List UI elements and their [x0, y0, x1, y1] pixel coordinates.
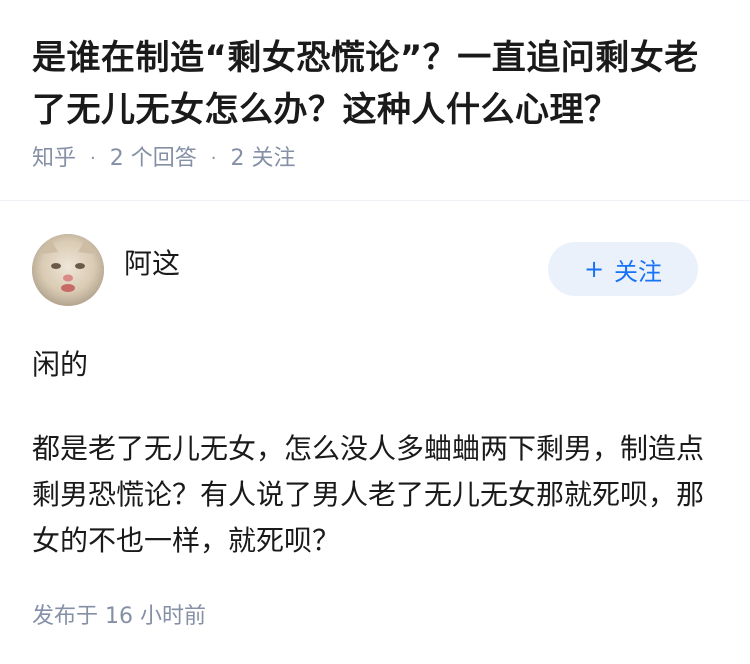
meta-separator: · [210, 148, 217, 169]
avatar[interactable] [32, 234, 104, 306]
author-row: 阿这 + 关注 [32, 234, 718, 306]
answer-card: 阿这 + 关注 闲的 都是老了无儿无女，怎么没人多蛐蛐两下剩男，制造点剩男恐慌论… [32, 234, 718, 600]
answer-paragraph: 都是老了无儿无女，怎么没人多蛐蛐两下剩男，制造点剩男恐慌论？有人说了男人老了无儿… [32, 432, 705, 557]
published-time: 发布于 16 小时前 [32, 604, 206, 629]
question-meta: 知乎 · 2 个回答 · 2 关注 [32, 144, 718, 174]
followers-count[interactable]: 2 关注 [230, 144, 295, 174]
section-divider [0, 200, 750, 201]
question-title[interactable]: 是谁在制造“剩女恐慌论”？一直追问剩女老了无儿无女怎么办？这种人什么心理？ [32, 32, 718, 136]
source-label: 知乎 [32, 146, 77, 171]
follow-button[interactable]: + 关注 [548, 242, 698, 296]
answer-paragraph: 闲的 [32, 348, 89, 381]
plus-icon: + [583, 255, 605, 283]
answers-count[interactable]: 2 个回答 [110, 144, 197, 174]
meta-separator: · [90, 148, 96, 169]
follow-label: 关注 [614, 257, 663, 286]
author-name[interactable]: 阿这 [124, 228, 180, 282]
answer-content[interactable]: 闲的 都是老了无儿无女，怎么没人多蛐蛐两下剩男，制造点剩男恐慌论？有人说了男人老… [32, 342, 718, 564]
question-header: 是谁在制造“剩女恐慌论”？一直追问剩女老了无儿无女怎么办？这种人什么心理？ 知乎… [0, 0, 750, 174]
